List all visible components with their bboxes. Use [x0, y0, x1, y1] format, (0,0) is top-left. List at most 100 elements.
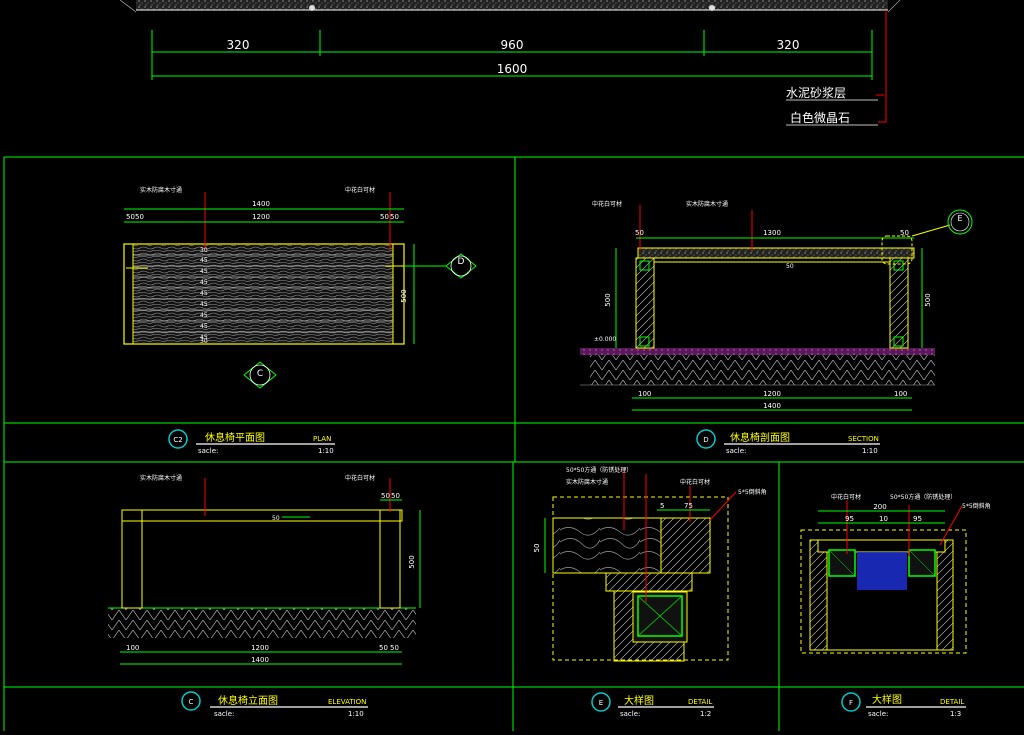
- elevation-dim: 50: [391, 492, 400, 500]
- slat-dim: 30: [200, 338, 208, 345]
- elevation-dim: 500: [408, 555, 416, 568]
- top-stone-layer: [136, 0, 888, 10]
- section-title-no: D: [703, 436, 708, 444]
- elevation-scale: 1:10: [348, 710, 364, 718]
- top-dim-1: 320: [227, 38, 250, 52]
- detail-e-dim: 75: [684, 502, 693, 510]
- slat-dim: 45: [200, 312, 208, 319]
- section-title-en: SECTION: [848, 435, 879, 443]
- section-level: ±0.000: [594, 336, 616, 343]
- plan-scale: 1:10: [318, 447, 334, 455]
- section-leg-left: [635, 257, 655, 349]
- detail-e-title-en: DETAIL: [688, 698, 712, 706]
- plan-view: 实木防腐木寸通 中花白可材 50 50 1400 1200 50 50 30 4…: [123, 186, 477, 455]
- detail-f-scale: 1:3: [950, 710, 961, 718]
- elevation-scale-label: sacle:: [214, 710, 234, 718]
- elevation-leg-right: [379, 509, 401, 609]
- top-dim-3: 320: [777, 38, 800, 52]
- detail-f-steel: [857, 552, 907, 590]
- elevation-dim: 50: [272, 515, 280, 522]
- elevation-seat: [121, 509, 403, 522]
- section-dim: 500: [924, 293, 932, 306]
- cad-drawing-sheet: 320 960 320 1600 水泥砂浆层 白色微晶石 实木防腐木寸通 中花白…: [0, 0, 1024, 731]
- note-cement-mortar: 水泥砂浆层: [786, 85, 846, 100]
- section-dim: 100: [638, 390, 651, 398]
- elevation-title: 休息椅立面图: [218, 694, 278, 707]
- detail-f-callout-chamfer: 5*5倒斜角: [962, 502, 991, 510]
- detail-e-scale: 1:2: [700, 710, 711, 718]
- section-earth: [590, 355, 935, 385]
- elevation-earth: [108, 608, 416, 638]
- slat-dim: 45: [200, 323, 208, 330]
- drawing-canvas: 320 960 320 1600 水泥砂浆层 白色微晶石 实木防腐木寸通 中花白…: [3, 0, 1024, 731]
- elevation-view: 实木防腐木寸通 中花白可材 50 50 50 500 100 1200 50 5…: [108, 474, 421, 718]
- elevation-title-en: ELEVATION: [328, 698, 366, 706]
- section-dim: 50: [635, 229, 644, 237]
- detail-e-callout-stone: 中花白可材: [680, 478, 710, 486]
- plan-title-en: PLAN: [313, 435, 331, 443]
- detail-e-callout-chamfer: 5*5倒斜角: [738, 488, 767, 496]
- detail-f-title-no: F: [849, 699, 853, 707]
- bolt-icon: [709, 5, 715, 11]
- section-dim: 1200: [763, 390, 781, 398]
- detail-e-wood: [552, 517, 662, 574]
- elevation-leg-left: [121, 509, 143, 609]
- detail-f-dim: 200: [873, 503, 886, 511]
- section-title: 休息椅剖面图: [730, 431, 790, 444]
- detail-f-callout-tube: 50*50方通（防锈处理）: [890, 493, 956, 501]
- detail-f-view: 中花白可材 50*50方通（防锈处理） 5*5倒斜角 200 95 10 95 …: [800, 493, 991, 718]
- detail-mark-label: E: [957, 214, 962, 223]
- plan-depth-dim: 500: [400, 289, 408, 302]
- plan-title: 休息椅平面图: [205, 431, 265, 444]
- section-dim: 1300: [763, 229, 781, 237]
- detail-f-scale-label: sacle:: [868, 710, 888, 718]
- top-detail: 320 960 320 1600 水泥砂浆层 白色微晶石: [119, 0, 901, 126]
- slat-dim: 45: [200, 279, 208, 286]
- detail-f-dim: 95: [913, 515, 922, 523]
- elevation-mark-label: C: [257, 369, 263, 379]
- plan-dim: 50: [135, 213, 144, 221]
- detail-e-scale-label: sacle:: [620, 710, 640, 718]
- detail-f-dim: 10: [879, 515, 888, 523]
- section-leg-right: [889, 257, 909, 349]
- slat-dim: 30: [200, 247, 208, 254]
- section-dim: 500: [604, 293, 612, 306]
- section-ground: [580, 348, 935, 355]
- elevation-dim: 1200: [251, 644, 269, 652]
- detail-f-dim: 95: [845, 515, 854, 523]
- section-view: 50 中花白可材 实木防腐木寸通 50 1300 50 500 500 ±0.0…: [580, 200, 973, 455]
- detail-e-dim: 5: [660, 502, 664, 510]
- section-dim: 1400: [763, 402, 781, 410]
- detail-e-view: 50*50方通（防锈处理） 实木防腐木寸通 中花白可材 5*5倒斜角 5 75 …: [533, 466, 767, 718]
- detail-f-callout-stone: 中花白可材: [831, 493, 861, 501]
- detail-e-title: 大样图: [624, 694, 654, 707]
- detail-e-callout-tube: 50*50方通（防锈处理）: [566, 466, 632, 474]
- plan-dim: 50: [126, 213, 135, 221]
- section-seat-top: [637, 247, 915, 259]
- section-mark-label: D: [458, 257, 465, 267]
- section-beam-label: 50: [786, 263, 794, 270]
- bolt-icon: [309, 5, 315, 11]
- detail-e-stone: [660, 517, 711, 574]
- plan-slats: [133, 245, 393, 343]
- slat-dim: 45: [200, 257, 208, 264]
- plan-scale-label: sacle:: [198, 447, 218, 455]
- top-dim-2: 960: [501, 38, 524, 52]
- plan-title-no: C2: [173, 436, 182, 444]
- plan-callout-wood: 实木防腐木寸通: [140, 186, 182, 194]
- elevation-dim: 100: [126, 644, 139, 652]
- elevation-callout-stone: 中花白可材: [345, 474, 375, 482]
- section-callout-stone: 中花白可材: [592, 200, 622, 208]
- plan-dim: 50: [380, 213, 389, 221]
- section-callout-wood: 实木防腐木寸通: [686, 200, 728, 208]
- detail-e-dim: 50: [533, 544, 541, 553]
- slat-dim: 45: [200, 301, 208, 308]
- note-white-stone: 白色微晶石: [790, 110, 850, 125]
- elevation-callout-wood: 实木防腐木寸通: [140, 474, 182, 482]
- plan-dim: 1200: [252, 213, 270, 221]
- section-dim: 100: [894, 390, 907, 398]
- top-dim-total: 1600: [497, 62, 528, 76]
- detail-e-title-no: E: [599, 699, 603, 707]
- elevation-dim: 50: [390, 644, 399, 652]
- plan-dim: 1400: [252, 200, 270, 208]
